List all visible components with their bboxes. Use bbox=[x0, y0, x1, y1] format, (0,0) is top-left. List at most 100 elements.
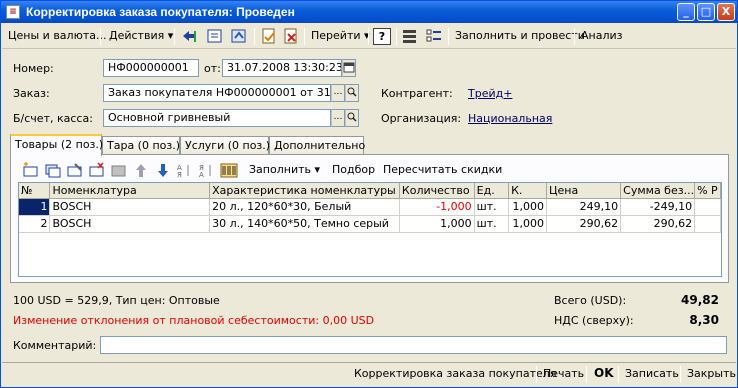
toolbar-separator bbox=[618, 366, 619, 383]
counterparty-label: Контрагент: bbox=[381, 87, 453, 100]
move-up-icon[interactable] bbox=[132, 162, 150, 179]
number-label: Номер: bbox=[13, 62, 54, 75]
help-button[interactable]: ? bbox=[373, 28, 391, 45]
row-number-cell[interactable]: 1 bbox=[19, 198, 51, 216]
toolbar-separator bbox=[304, 28, 305, 45]
back-arrow-icon[interactable] bbox=[180, 28, 198, 45]
toolbar-separator bbox=[254, 28, 255, 45]
delete-row-icon[interactable] bbox=[88, 162, 106, 179]
item-cell[interactable]: BOSCH bbox=[49, 198, 211, 216]
unit-cell[interactable]: шт. bbox=[474, 198, 510, 216]
checklist-icon[interactable] bbox=[425, 28, 443, 45]
column-header[interactable]: Цена bbox=[546, 183, 622, 199]
account-select-button[interactable]: … bbox=[331, 109, 345, 127]
actions-menu[interactable]: Действия ▾ bbox=[106, 27, 176, 46]
date-label: от: bbox=[204, 62, 221, 75]
recalc-discounts-button[interactable]: Пересчитать скидки bbox=[380, 161, 505, 180]
goto-menu[interactable]: Перейти ▾ bbox=[308, 27, 373, 46]
toolbar-separator bbox=[680, 366, 681, 383]
move-down-icon[interactable] bbox=[154, 162, 172, 179]
list-view-icon[interactable] bbox=[401, 28, 419, 45]
price-cell[interactable]: 249,10 bbox=[546, 198, 622, 216]
fill-menu[interactable]: Заполнить ▾ bbox=[246, 161, 323, 180]
fill-label: Заполнить bbox=[249, 163, 311, 176]
discount-cell[interactable] bbox=[694, 198, 721, 216]
column-header[interactable]: К. bbox=[508, 183, 547, 199]
goods-table[interactable]: № Номенклатура Характеристика номенклату… bbox=[18, 182, 722, 277]
sort-descending-icon[interactable]: ЯA bbox=[198, 162, 216, 179]
row-number-cell[interactable]: 2 bbox=[19, 215, 51, 233]
column-header[interactable]: % Р bbox=[694, 183, 721, 199]
date-field[interactable]: 31.07.2008 13:30:23 bbox=[222, 59, 342, 77]
document-link-button[interactable]: Корректировка заказа покупателя bbox=[354, 367, 556, 380]
calendar-icon[interactable] bbox=[342, 59, 356, 77]
minimize-button[interactable]: _ bbox=[677, 3, 695, 21]
rate-text: 100 USD = 529,9, Тип цен: Оптовые bbox=[13, 294, 220, 307]
unit-cell[interactable]: шт. bbox=[474, 215, 510, 233]
selection-button[interactable]: Подбор bbox=[329, 161, 378, 180]
barcode-icon[interactable] bbox=[220, 162, 238, 179]
ok-button[interactable]: OK bbox=[594, 366, 614, 380]
tab-services[interactable]: Услуги (0 поз.) bbox=[180, 136, 270, 155]
table-row[interactable]: 1 BOSCH 20 л., 120*60*30, Белый -1,000 ш… bbox=[19, 198, 721, 216]
column-header[interactable]: Номенклатура bbox=[49, 183, 211, 199]
toolbar-separator bbox=[368, 28, 369, 45]
column-header[interactable]: Количество bbox=[399, 183, 475, 199]
svg-text:A: A bbox=[199, 171, 204, 179]
quantity-cell[interactable]: -1,000 bbox=[399, 198, 475, 216]
print-button[interactable]: Печать bbox=[543, 367, 584, 380]
column-header[interactable]: № bbox=[19, 183, 51, 199]
maximize-button[interactable]: □ bbox=[697, 3, 715, 21]
characteristic-cell[interactable]: 30 л., 140*60*50, Темно серый bbox=[209, 215, 400, 233]
structure-icon[interactable] bbox=[206, 28, 224, 45]
amount-cell[interactable]: -249,10 bbox=[620, 198, 696, 216]
item-cell[interactable]: BOSCH bbox=[49, 215, 211, 233]
order-select-button[interactable]: … bbox=[331, 84, 345, 102]
add-row-icon[interactable] bbox=[22, 162, 40, 179]
account-field[interactable]: Основной гривневый bbox=[103, 109, 331, 127]
table-row[interactable]: 2 BOSCH 30 л., 140*60*50, Темно серый 1,… bbox=[19, 215, 721, 233]
organization-link[interactable]: Национальная bbox=[468, 112, 552, 125]
copy-row-icon[interactable] bbox=[44, 162, 62, 179]
post-document-icon[interactable] bbox=[260, 28, 278, 45]
prices-currency-button[interactable]: Цены и валюта... bbox=[5, 27, 109, 46]
tab-containers[interactable]: Тара (0 поз.) bbox=[102, 136, 180, 155]
number-field[interactable]: НФ000000001 bbox=[103, 59, 199, 77]
coefficient-cell[interactable]: 1,000 bbox=[508, 198, 547, 216]
column-header[interactable]: Характеристика номенклатуры bbox=[209, 183, 400, 199]
title-bar[interactable]: ≡ Корректировка заказа покупателя: Прове… bbox=[1, 1, 737, 23]
discount-cell[interactable] bbox=[694, 215, 721, 233]
counterparty-link[interactable]: Трейд+ bbox=[468, 87, 512, 100]
analysis-button[interactable]: Анализ bbox=[578, 27, 626, 46]
tab-goods[interactable]: Товары (2 поз.) bbox=[10, 134, 103, 156]
order-field[interactable]: Заказ покупателя НФ000000001 от 31.07.2( bbox=[103, 84, 331, 102]
unpost-document-icon[interactable] bbox=[282, 28, 300, 45]
column-header[interactable]: Ед. bbox=[474, 183, 510, 199]
amount-cell[interactable]: 290,62 bbox=[620, 215, 696, 233]
save-button[interactable]: Записать bbox=[625, 367, 679, 380]
toolbar-separator bbox=[536, 366, 537, 383]
toolbar-separator bbox=[396, 28, 397, 45]
sort-ascending-icon[interactable]: AЯ bbox=[176, 162, 194, 179]
column-header[interactable]: Сумма без... bbox=[620, 183, 696, 199]
refresh-icon[interactable] bbox=[230, 28, 248, 45]
quantity-cell[interactable]: 1,000 bbox=[399, 215, 475, 233]
close-window-button[interactable]: X bbox=[717, 3, 735, 21]
search-icon[interactable] bbox=[345, 84, 359, 102]
coefficient-cell[interactable]: 1,000 bbox=[508, 215, 547, 233]
edit-row-icon[interactable] bbox=[66, 162, 84, 179]
post-row-icon[interactable] bbox=[110, 162, 128, 179]
close-button[interactable]: Закрыть bbox=[687, 367, 736, 380]
comment-field[interactable] bbox=[100, 336, 727, 354]
toolbar-separator bbox=[448, 28, 449, 45]
price-cell[interactable]: 290,62 bbox=[546, 215, 622, 233]
total-value: 49,82 bbox=[681, 293, 719, 307]
search-icon[interactable] bbox=[345, 109, 359, 127]
tab-additional[interactable]: Дополнительно bbox=[269, 136, 365, 155]
fill-and-post-button[interactable]: Заполнить и провести bbox=[452, 27, 588, 46]
bottom-bar: Корректировка заказа покупателя Печать O… bbox=[2, 362, 736, 386]
comment-label: Комментарий: bbox=[13, 339, 97, 352]
goto-label: Перейти bbox=[311, 29, 361, 42]
characteristic-cell[interactable]: 20 л., 120*60*30, Белый bbox=[209, 198, 400, 216]
vat-label: НДС (сверху): bbox=[554, 314, 634, 327]
